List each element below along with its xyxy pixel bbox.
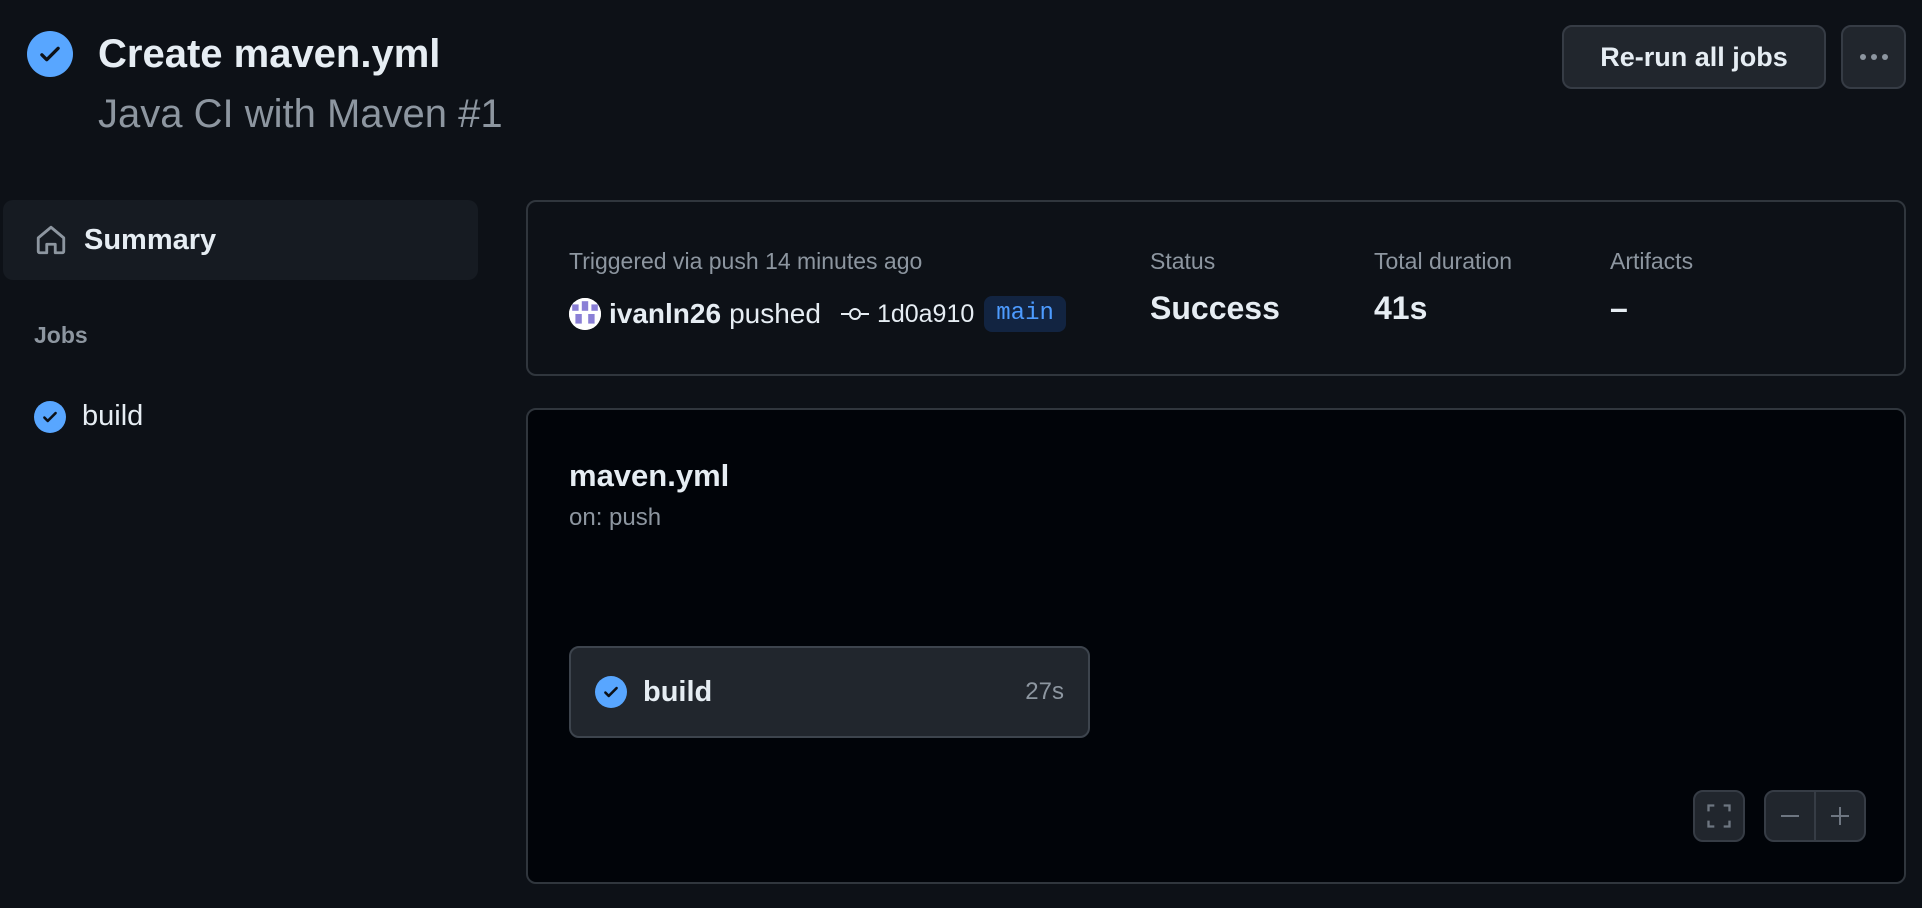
status-label: Status	[1150, 248, 1216, 274]
run-status-success-icon	[27, 31, 73, 77]
commit-sha-link[interactable]: 1d0a910	[877, 300, 974, 329]
job-node-build[interactable]: build 27s	[569, 646, 1090, 738]
zoom-in-button[interactable]	[1816, 792, 1864, 840]
sidebar-item-label: Summary	[84, 223, 217, 256]
zoom-out-button[interactable]	[1766, 792, 1814, 840]
home-icon	[36, 225, 66, 255]
branch-badge[interactable]: main	[984, 296, 1066, 332]
workflow-file-name[interactable]: maven.yml	[569, 458, 729, 494]
push-details: ivanln26 pushed 1d0a910 main	[569, 294, 1066, 334]
more-options-button[interactable]	[1841, 25, 1906, 89]
avatar[interactable]	[569, 298, 601, 330]
workflow-graph-card: maven.yml on: push build 27s	[526, 408, 1906, 884]
kebab-horizontal-icon	[1859, 54, 1888, 60]
sidebar-item-summary[interactable]: Summary	[3, 200, 478, 280]
screen-full-icon	[1707, 804, 1731, 828]
run-summary-card: Triggered via push 14 minutes ago ivanln…	[526, 200, 1906, 376]
sidebar-item-build[interactable]: build	[34, 400, 143, 433]
duration-label: Total duration	[1374, 248, 1513, 274]
actor-link[interactable]: ivanln26	[609, 298, 721, 330]
plus-icon	[1830, 807, 1849, 825]
job-node-label: build	[643, 675, 713, 708]
run-title: Create maven.yml	[98, 32, 441, 76]
status-value: Success	[1150, 290, 1280, 326]
job-success-icon	[34, 400, 66, 433]
push-action: pushed	[729, 298, 821, 329]
rerun-all-jobs-button[interactable]: Re-run all jobs	[1562, 25, 1826, 89]
duration-value: 41s	[1374, 290, 1428, 326]
trigger-text: Triggered via push 14 minutes ago	[569, 248, 923, 274]
workflow-trigger: on: push	[569, 504, 662, 531]
job-success-icon	[595, 676, 627, 708]
artifacts-value: –	[1610, 290, 1628, 326]
job-node-duration: 27s	[1025, 678, 1064, 705]
jobs-heading: Jobs	[34, 322, 88, 348]
git-commit-icon	[840, 308, 869, 320]
fullscreen-button[interactable]	[1693, 790, 1745, 842]
artifacts-label: Artifacts	[1610, 248, 1694, 274]
minus-icon	[1781, 815, 1800, 817]
zoom-controls	[1764, 790, 1866, 842]
sidebar-job-label: build	[82, 400, 144, 432]
workflow-run-name: Java CI with Maven #1	[98, 92, 503, 136]
